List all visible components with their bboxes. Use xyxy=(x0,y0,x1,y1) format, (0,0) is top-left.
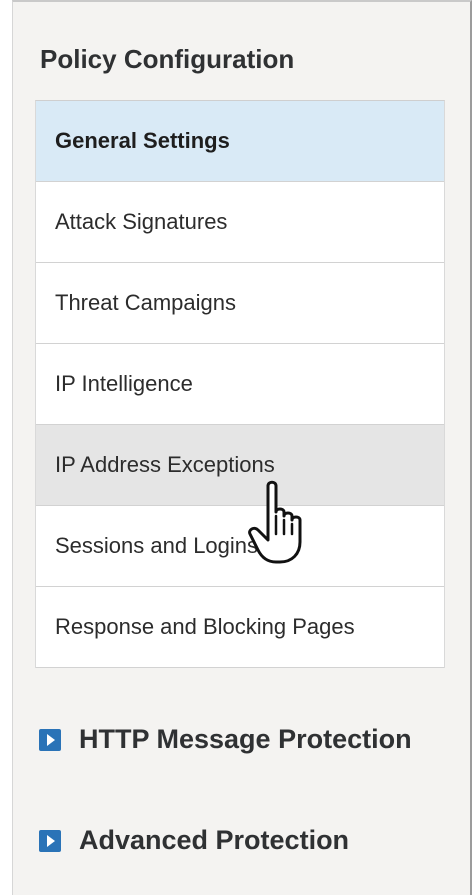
policy-configuration-panel: Policy Configuration General Settings At… xyxy=(12,0,472,895)
menu-item-ip-address-exceptions[interactable]: IP Address Exceptions xyxy=(36,425,444,506)
section-http-message-protection[interactable]: HTTP Message Protection xyxy=(39,724,412,755)
menu-item-ip-intelligence[interactable]: IP Intelligence xyxy=(36,344,444,425)
panel-title: Policy Configuration xyxy=(40,44,295,74)
expand-arrow-icon xyxy=(39,728,61,751)
menu-item-attack-signatures[interactable]: Attack Signatures xyxy=(36,182,444,263)
expand-arrow-icon xyxy=(39,829,61,852)
section-label: HTTP Message Protection xyxy=(79,724,412,754)
menu-item-response-and-blocking-pages[interactable]: Response and Blocking Pages xyxy=(36,587,444,668)
menu-item-threat-campaigns[interactable]: Threat Campaigns xyxy=(36,263,444,344)
section-label: Advanced Protection xyxy=(79,825,350,855)
policy-menu: General Settings Attack Signatures Threa… xyxy=(35,100,445,668)
menu-item-sessions-and-logins[interactable]: Sessions and Logins xyxy=(36,506,444,587)
section-advanced-protection[interactable]: Advanced Protection xyxy=(39,825,349,856)
menu-item-general-settings[interactable]: General Settings xyxy=(36,101,444,182)
